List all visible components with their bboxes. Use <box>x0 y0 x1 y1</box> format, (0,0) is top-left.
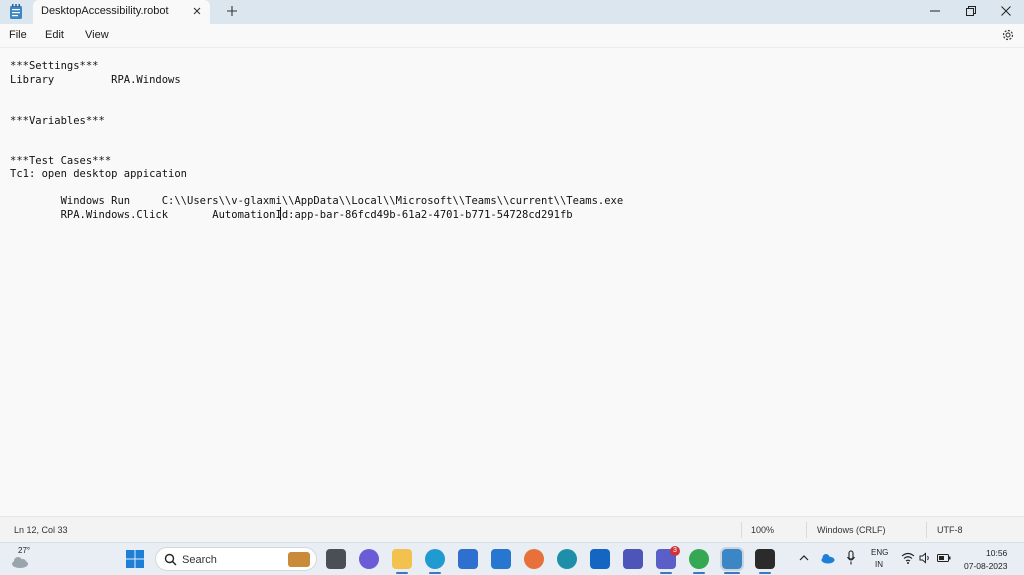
encoding: UTF-8 <box>937 525 963 535</box>
title-bar: DesktopAccessibility.robot <box>0 0 1024 24</box>
tab-document[interactable]: DesktopAccessibility.robot <box>33 0 210 24</box>
wifi-icon[interactable] <box>901 552 915 564</box>
edge-beta-icon[interactable] <box>557 549 577 569</box>
menu-bar: File Edit View <box>0 24 1024 48</box>
volume-icon[interactable] <box>919 552 931 564</box>
minimize-icon <box>930 10 940 12</box>
cloud-icon <box>12 557 28 568</box>
close-tab-icon[interactable] <box>190 4 204 18</box>
minimize-button[interactable] <box>920 0 950 22</box>
editor-line: Windows Run C:\\Users\\v-glaxmi\\AppData… <box>10 195 624 207</box>
taskbar-search[interactable]: Search <box>155 547 317 571</box>
weather-widget[interactable]: 27° <box>4 543 34 575</box>
search-highlight-icon <box>288 552 310 567</box>
task-view-icon[interactable] <box>326 549 346 569</box>
editor-line: ***Settings*** <box>10 60 99 72</box>
status-divider <box>806 522 807 538</box>
teams-new-icon[interactable] <box>623 549 643 569</box>
windows-start-icon[interactable] <box>126 550 144 568</box>
tab-title: DesktopAccessibility.robot <box>41 5 169 17</box>
editor-line: Tc1: open desktop appication <box>10 168 188 180</box>
active-indicator <box>724 572 740 574</box>
running-indicator <box>396 572 408 574</box>
status-divider <box>741 522 742 538</box>
text-editor[interactable]: ***Settings*** Library RPA.Windows ***Va… <box>0 48 1024 516</box>
menu-edit[interactable]: Edit <box>45 29 64 41</box>
running-indicator <box>660 572 672 574</box>
line-ending: Windows (CRLF) <box>817 525 886 535</box>
new-tab-icon[interactable] <box>224 3 240 19</box>
file-explorer-icon[interactable] <box>392 549 412 569</box>
text-caret <box>280 207 281 220</box>
close-button[interactable] <box>991 0 1021 22</box>
editor-line: RPA.Windows.Click AutomationId:app-bar-8… <box>10 209 573 221</box>
status-divider <box>926 522 927 538</box>
status-bar: Ln 12, Col 33 100% Windows (CRLF) UTF-8 <box>0 516 1024 542</box>
notification-badge: 3 <box>670 546 680 556</box>
close-icon <box>1001 6 1011 16</box>
running-indicator <box>759 572 771 574</box>
firefox-icon[interactable] <box>524 549 544 569</box>
region-indicator[interactable]: IN <box>875 560 883 569</box>
chevron-up-icon[interactable] <box>798 553 810 563</box>
outlook-icon[interactable] <box>590 549 610 569</box>
editor-line: Library RPA.Windows <box>10 74 181 86</box>
mail-icon[interactable] <box>491 549 511 569</box>
notepad-icon <box>10 4 22 19</box>
menu-file[interactable]: File <box>9 29 27 41</box>
weather-temperature: 27° <box>18 546 31 555</box>
terminal-icon[interactable] <box>755 549 775 569</box>
search-icon <box>164 553 177 566</box>
zoom-level: 100% <box>751 525 775 535</box>
notepad-taskbar-icon[interactable] <box>720 547 744 571</box>
cursor-position: Ln 12, Col 33 <box>14 525 68 535</box>
edge-icon[interactable] <box>425 549 445 569</box>
clock-date[interactable]: 07-08-2023 <box>964 561 1007 571</box>
running-indicator <box>429 572 441 574</box>
running-indicator <box>693 572 705 574</box>
onedrive-icon[interactable] <box>819 552 835 564</box>
menu-view[interactable]: View <box>85 29 109 41</box>
teams-chat-icon[interactable] <box>359 549 379 569</box>
maximize-button[interactable] <box>956 0 986 22</box>
editor-line: ***Variables*** <box>10 115 105 127</box>
gear-icon[interactable] <box>1001 28 1015 42</box>
editor-line: ***Test Cases*** <box>10 155 112 167</box>
clock-time[interactable]: 10:56 <box>986 548 1007 558</box>
language-indicator[interactable]: ENG <box>871 548 888 557</box>
microphone-icon[interactable] <box>846 550 856 566</box>
taskbar: 27° Search 3 ENG IN 10:56 07-08-2023 <box>0 542 1024 575</box>
restore-icon <box>966 6 976 16</box>
microsoft-store-icon[interactable] <box>458 549 478 569</box>
battery-icon[interactable] <box>937 553 951 563</box>
chrome-icon[interactable] <box>689 549 709 569</box>
search-placeholder: Search <box>182 554 217 566</box>
